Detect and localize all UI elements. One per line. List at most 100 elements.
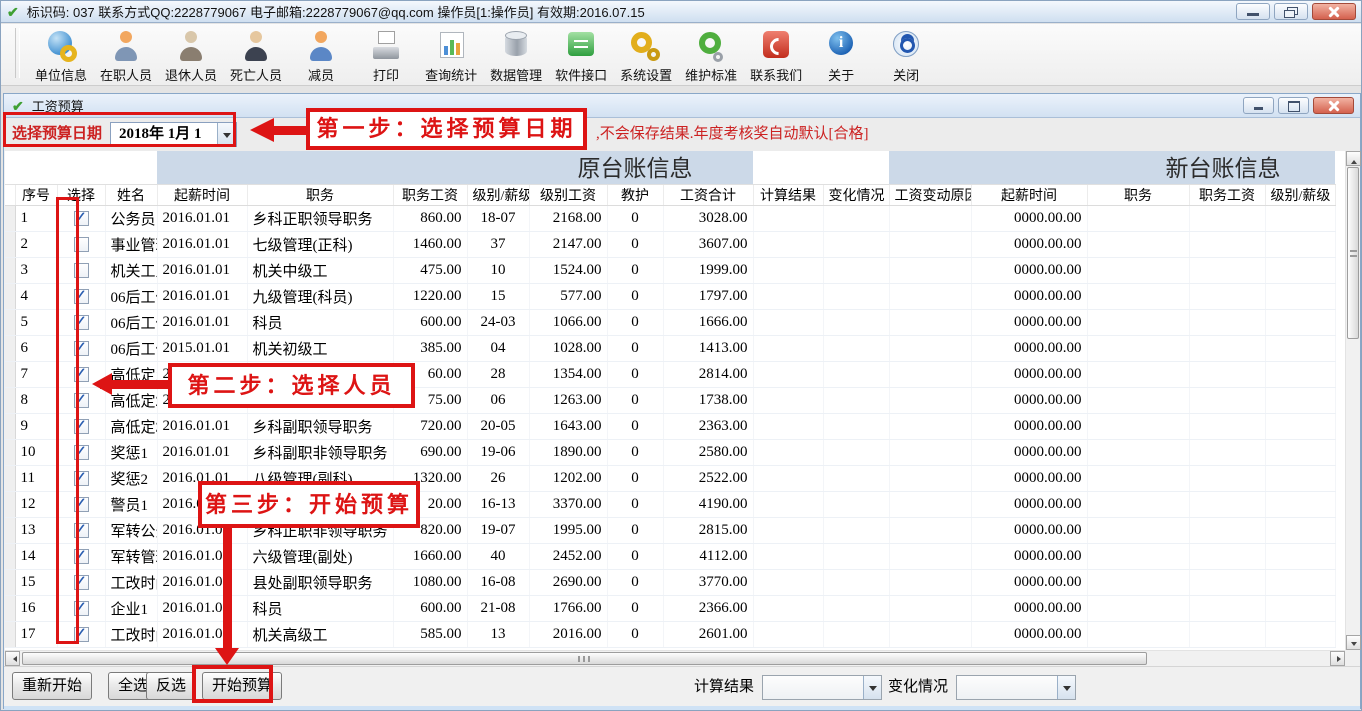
cell-change <box>823 205 889 231</box>
inner-maximize-button[interactable] <box>1278 97 1309 114</box>
cell-change <box>823 283 889 309</box>
cell-num: 7 <box>15 361 57 387</box>
cell-jiaohu: 0 <box>607 257 663 283</box>
budget-note: ,不会保存结果.年度考核奖自动默认[合格] <box>596 118 869 151</box>
system-settings-icon <box>626 28 666 64</box>
cell-change <box>823 595 889 621</box>
toolbar-item-print[interactable]: 打印 <box>358 28 414 84</box>
vertical-scrollbar[interactable] <box>1345 151 1360 650</box>
table-row[interactable]: 406后工作2016.01.01九级管理(科员)1220.0015577.000… <box>5 283 1335 309</box>
toolbar-item-staff-active[interactable]: 在职人员 <box>98 28 154 84</box>
horizontal-scroll-thumb[interactable] <box>22 652 1147 665</box>
table-row[interactable]: 9高低定32016.01.01乡科副职领导职务720.0020-051643.0… <box>5 413 1335 439</box>
inner-close-button[interactable] <box>1313 97 1354 114</box>
column-header: 起薪时间 <box>157 184 247 205</box>
cell-start: 2016.01.01 <box>157 543 247 569</box>
horizontal-scrollbar[interactable] <box>5 650 1345 666</box>
scroll-down-button[interactable] <box>1346 635 1361 650</box>
cell-new_grade <box>1265 465 1335 491</box>
toolbar-item-query-stats[interactable]: 查询统计 <box>423 28 479 84</box>
toolbar-item-system-settings[interactable]: 系统设置 <box>618 28 674 84</box>
column-header: 职务工资 <box>393 184 467 205</box>
cell-calc <box>753 569 823 595</box>
scroll-left-button[interactable] <box>5 651 20 666</box>
restart-button[interactable]: 重新开始 <box>12 672 92 700</box>
vertical-scroll-thumb[interactable] <box>1347 167 1359 339</box>
staff-deceased-icon <box>236 28 276 64</box>
table-row[interactable]: 3机关工人2016.01.01机关中级工475.00101524.0001999… <box>5 257 1335 283</box>
inner-minimize-button[interactable] <box>1243 97 1274 114</box>
cell-new_grade <box>1265 309 1335 335</box>
cell-total: 1738.00 <box>663 387 753 413</box>
cell-change <box>823 335 889 361</box>
minimize-button[interactable] <box>1236 3 1270 20</box>
cell-new_start: 0000.00.00 <box>971 621 1087 647</box>
cell-name: 企业1 <box>105 595 157 621</box>
cell-grade: 04 <box>467 335 529 361</box>
restore-button[interactable] <box>1274 3 1308 20</box>
toolbar-item-power[interactable]: 关闭 <box>878 28 934 84</box>
cell-change <box>823 361 889 387</box>
cell-total: 2580.00 <box>663 439 753 465</box>
toolbar-item-software-interface[interactable]: 软件接口 <box>553 28 609 84</box>
cell-reason <box>889 517 971 543</box>
cell-new_grade <box>1265 283 1335 309</box>
cell-new_duty <box>1087 257 1189 283</box>
cell-new_duty <box>1087 413 1189 439</box>
column-header: 级别/薪级 <box>467 184 529 205</box>
cell-new_duty_pay <box>1189 595 1265 621</box>
cell-num: 3 <box>15 257 57 283</box>
scroll-up-button[interactable] <box>1346 151 1361 166</box>
cell-grade_pay: 1354.00 <box>529 361 607 387</box>
toolbar-item-label: 关闭 <box>880 65 932 84</box>
cell-calc <box>753 621 823 647</box>
toolbar-item-staff-deceased[interactable]: 死亡人员 <box>228 28 284 84</box>
toolbar-item-about[interactable]: 关于 <box>813 28 869 84</box>
cell-grade_pay: 1066.00 <box>529 309 607 335</box>
cell-duty_pay: 1080.00 <box>393 569 467 595</box>
cell-calc <box>753 387 823 413</box>
cell-new_duty_pay <box>1189 569 1265 595</box>
change-status-dropdown-button[interactable] <box>1057 676 1075 699</box>
cell-total: 3770.00 <box>663 569 753 595</box>
cell-jiaohu: 0 <box>607 621 663 647</box>
calc-result-dropdown-button[interactable] <box>863 676 881 699</box>
toolbar-item-label: 在职人员 <box>100 65 152 84</box>
cell-start: 2016.01.01 <box>157 621 247 647</box>
cell-start: 2016.01.01 <box>157 595 247 621</box>
cell-jiaohu: 0 <box>607 569 663 595</box>
toolbar-item-staff-reduce[interactable]: 减员 <box>293 28 349 84</box>
toolbar-item-staff-retired[interactable]: 退休人员 <box>163 28 219 84</box>
scroll-right-button[interactable] <box>1330 651 1345 666</box>
table-row[interactable]: 15工改时间2016.01.01县处副职领导职务1080.0016-082690… <box>5 569 1335 595</box>
toolbar-item-org-info[interactable]: 单位信息 <box>33 28 89 84</box>
invert-selection-button[interactable]: 反选 <box>146 672 196 700</box>
table-row[interactable]: 17工改时间2016.01.01机关高级工585.00132016.000260… <box>5 621 1335 647</box>
table-row[interactable]: 1公务员2016.01.01乡科正职领导职务860.0018-072168.00… <box>5 205 1335 231</box>
change-status-select[interactable] <box>956 675 1076 700</box>
table-row[interactable]: 506后工作2016.01.01科员600.0024-031066.000166… <box>5 309 1335 335</box>
cell-name: 高低定3 <box>105 413 157 439</box>
cell-new_duty <box>1087 465 1189 491</box>
cell-jiaohu: 0 <box>607 517 663 543</box>
cell-new_duty <box>1087 543 1189 569</box>
cell-num: 11 <box>15 465 57 491</box>
table-row[interactable]: 2事业管理2016.01.01七级管理(正科)1460.00372147.000… <box>5 231 1335 257</box>
main-title: 标识码: 037 联系方式QQ:2228779067 电子邮箱:22287790… <box>27 2 645 21</box>
cell-grade_pay: 1263.00 <box>529 387 607 413</box>
app-check-icon <box>7 5 19 19</box>
table-row[interactable]: 16企业12016.01.01科员600.0021-081766.0002366… <box>5 595 1335 621</box>
toolbar-item-contact-us[interactable]: 联系我们 <box>748 28 804 84</box>
cell-change <box>823 465 889 491</box>
close-button[interactable] <box>1312 3 1356 20</box>
toolbar-item-maintain-standard[interactable]: 维护标准 <box>683 28 739 84</box>
calc-result-select[interactable] <box>762 675 882 700</box>
table-row[interactable]: 10奖惩12016.01.01乡科副职非领导职务690.0019-061890.… <box>5 439 1335 465</box>
cell-total: 3028.00 <box>663 205 753 231</box>
table-row[interactable]: 606后工作2015.01.01机关初级工385.00041028.000141… <box>5 335 1335 361</box>
column-header: 姓名 <box>105 184 157 205</box>
table-row[interactable]: 14军转管理2016.01.01六级管理(副处)1660.00402452.00… <box>5 543 1335 569</box>
cell-new_start: 0000.00.00 <box>971 205 1087 231</box>
toolbar-item-data-manage[interactable]: 数据管理 <box>488 28 544 84</box>
cell-jiaohu: 0 <box>607 335 663 361</box>
